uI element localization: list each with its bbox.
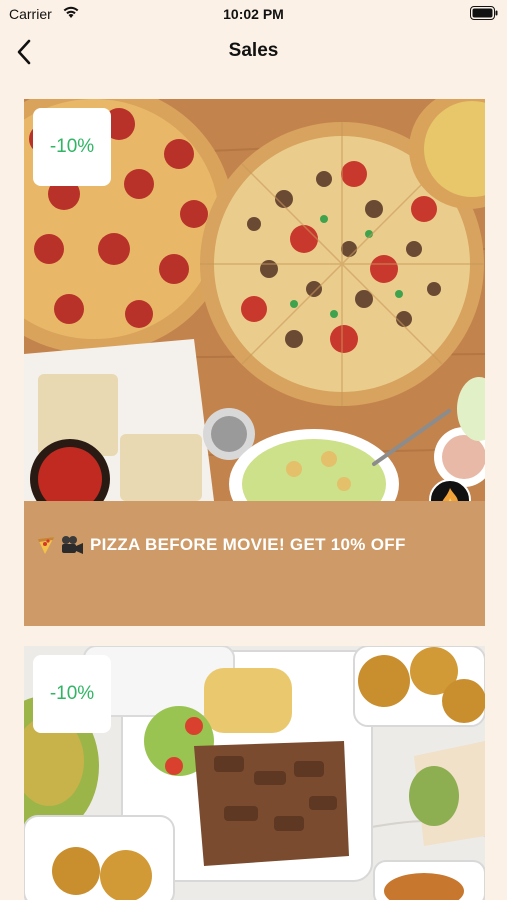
- battery-icon: [470, 6, 498, 20]
- sale-caption: PIZZA BEFORE MOVIE! GET 10% OFF: [36, 535, 475, 555]
- page-title: Sales: [228, 40, 279, 61]
- sale-card-footer: PIZZA BEFORE MOVIE! GET 10% OFF: [24, 501, 485, 626]
- sale-card[interactable]: -10%: [24, 646, 485, 900]
- discount-badge: -10%: [33, 108, 111, 186]
- status-time: 10:02 PM: [223, 6, 284, 22]
- discount-badge: -10%: [33, 655, 111, 733]
- movie-camera-icon: [62, 536, 83, 554]
- sale-caption-text: PIZZA BEFORE MOVIE! GET 10% OFF: [90, 535, 406, 554]
- pizza-icon: [38, 537, 54, 554]
- sale-card[interactable]: -10% PIZZA BEFORE MOVIE! GET 10% OFF: [24, 99, 485, 626]
- status-bar: Carrier 10:02 PM: [0, 0, 507, 28]
- navigation-bar: Sales: [0, 28, 507, 76]
